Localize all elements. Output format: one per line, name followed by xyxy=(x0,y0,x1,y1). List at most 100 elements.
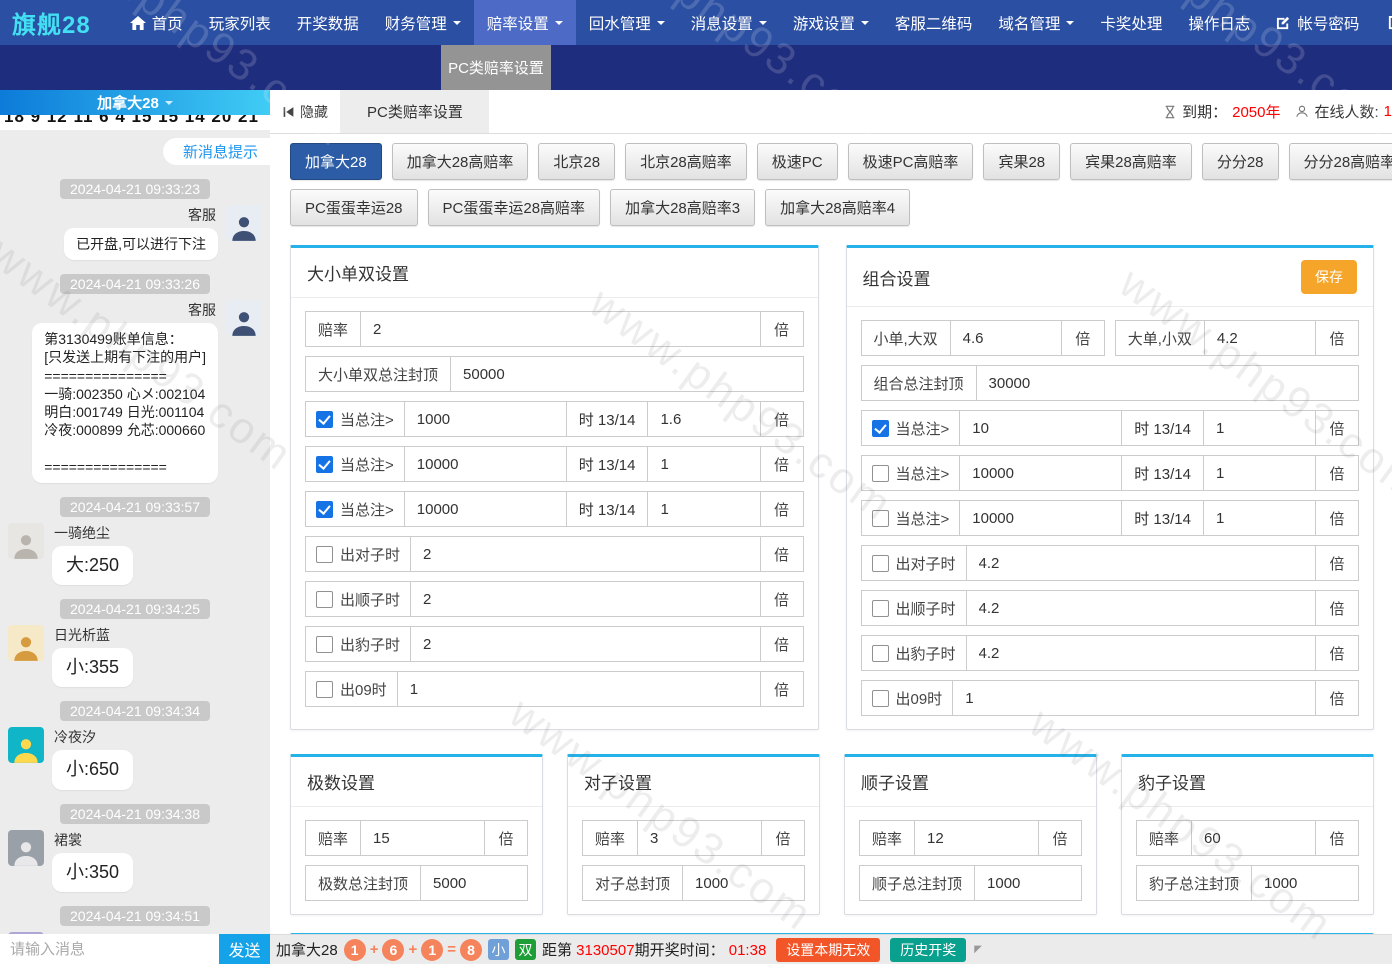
field-input[interactable] xyxy=(405,402,566,436)
timestamp-row: 2024-04-21 09:33:57 xyxy=(8,497,262,517)
field-label: 出09时 xyxy=(896,688,943,709)
checkbox[interactable] xyxy=(316,456,333,473)
field-input[interactable] xyxy=(638,821,761,855)
field-input[interactable] xyxy=(977,366,1358,400)
submenu-pc-odds[interactable]: PC类赔率设置 xyxy=(441,45,551,90)
save-button[interactable]: 保存 xyxy=(1301,260,1357,294)
field-input[interactable] xyxy=(975,866,1081,900)
game-tab[interactable]: 分分28高赔率 xyxy=(1289,143,1392,180)
field-input[interactable] xyxy=(648,492,759,526)
threshold-time-label: 时 13/14 xyxy=(1121,410,1204,446)
game-tab[interactable]: 北京28高赔率 xyxy=(625,143,747,180)
chat-input[interactable] xyxy=(0,934,219,964)
nav-item-game[interactable]: 游戏设置 xyxy=(780,0,882,45)
history-draws-button[interactable]: 历史开奖 xyxy=(890,938,966,962)
settings-row: 出豹子时倍 xyxy=(861,635,1360,671)
game-tab[interactable]: 极速PC高赔率 xyxy=(848,143,974,180)
checkbox[interactable] xyxy=(316,681,333,698)
checkbox[interactable] xyxy=(872,600,889,617)
checkbox[interactable] xyxy=(316,411,333,428)
nav-item-label: 玩家列表 xyxy=(209,12,271,34)
nav-item-odds[interactable]: 赔率设置 xyxy=(474,0,576,45)
field-input[interactable] xyxy=(915,821,1038,855)
field-label: 极数总注封顶 xyxy=(305,865,421,901)
field-input[interactable] xyxy=(960,411,1121,445)
field-input[interactable] xyxy=(361,821,484,855)
chat-room-selector[interactable]: 加拿大28 xyxy=(0,90,270,115)
field-input[interactable] xyxy=(451,357,802,391)
field-input[interactable] xyxy=(960,456,1121,490)
field-input[interactable] xyxy=(648,402,759,436)
chat-message-list[interactable]: 新消息提示 2024-04-21 09:33:23客服已开盘,可以进行下注202… xyxy=(0,130,270,934)
field-input[interactable] xyxy=(967,591,1315,625)
field-input[interactable] xyxy=(405,492,566,526)
field-input[interactable] xyxy=(953,681,1315,715)
field-input[interactable] xyxy=(967,636,1315,670)
game-tab[interactable]: 加拿大28高赔率 xyxy=(392,143,529,180)
invalidate-period-button[interactable]: 设置本期无效 xyxy=(776,938,880,962)
game-tab[interactable]: PC蛋蛋幸运28 xyxy=(290,189,418,226)
field-label: 顺子总注封顶 xyxy=(859,865,975,901)
field-input[interactable] xyxy=(683,866,804,900)
game-tab[interactable]: 极速PC xyxy=(757,143,838,180)
nav-item-draw-data[interactable]: 开奖数据 xyxy=(284,0,372,45)
checkbox[interactable] xyxy=(316,591,333,608)
field-input[interactable] xyxy=(1205,321,1315,355)
field-input[interactable] xyxy=(1204,501,1315,535)
checkbox[interactable] xyxy=(872,555,889,572)
logout-button[interactable]: 退出 xyxy=(1374,12,1392,34)
field-input-cell xyxy=(410,581,760,617)
game-tab[interactable]: 宾果28 xyxy=(983,143,1060,180)
game-tab[interactable]: 加拿大28高赔率3 xyxy=(610,189,755,226)
field-input[interactable] xyxy=(411,537,759,571)
hide-sidebar-button[interactable]: 隐藏 xyxy=(270,90,341,133)
field-input-cell xyxy=(914,820,1039,856)
tab-pc-odds[interactable]: PC类赔率设置 xyxy=(341,90,489,133)
game-tab[interactable]: 北京28 xyxy=(538,143,615,180)
nav-item-finance[interactable]: 财务管理 xyxy=(372,0,474,45)
field-input[interactable] xyxy=(421,866,527,900)
chevron-down-icon xyxy=(165,101,173,109)
checkbox[interactable] xyxy=(872,510,889,527)
game-tab[interactable]: 加拿大28高赔率4 xyxy=(765,189,910,226)
field-input[interactable] xyxy=(967,546,1315,580)
field-input[interactable] xyxy=(951,321,1061,355)
field-input[interactable] xyxy=(411,627,759,661)
checkbox[interactable] xyxy=(872,645,889,662)
checkbox[interactable] xyxy=(872,465,889,482)
field-input[interactable] xyxy=(411,582,759,616)
field-label: 当总注> xyxy=(896,463,950,484)
checkbox[interactable] xyxy=(872,690,889,707)
field-input[interactable] xyxy=(361,312,759,346)
field-input[interactable] xyxy=(1204,411,1315,445)
checkbox[interactable] xyxy=(872,420,889,437)
checkbox[interactable] xyxy=(316,546,333,563)
field-input[interactable] xyxy=(405,447,566,481)
game-tab[interactable]: 宾果28高赔率 xyxy=(1070,143,1192,180)
game-tab[interactable]: PC蛋蛋幸运28高赔率 xyxy=(428,189,601,226)
new-message-link[interactable]: 新消息提示 xyxy=(163,138,270,165)
chat-room-name: 加拿大28 xyxy=(97,92,159,113)
field-input[interactable] xyxy=(960,501,1121,535)
nav-item-label: 操作日志 xyxy=(1188,12,1250,34)
nav-item-card-prize[interactable]: 卡奖处理 xyxy=(1087,0,1175,45)
field-input[interactable] xyxy=(648,447,759,481)
account-password-button[interactable]: 帐号密码 xyxy=(1263,12,1372,34)
nav-item-service-qrcode[interactable]: 客服二维码 xyxy=(882,0,986,45)
checkbox[interactable] xyxy=(316,636,333,653)
field-input[interactable] xyxy=(1252,866,1358,900)
game-tab[interactable]: 分分28 xyxy=(1202,143,1279,180)
field-input[interactable] xyxy=(398,672,760,706)
checkbox[interactable] xyxy=(316,501,333,518)
nav-item-domain[interactable]: 域名管理 xyxy=(985,0,1087,45)
nav-item-home[interactable]: 首页 xyxy=(117,0,196,45)
nav-item-rebate[interactable]: 回水管理 xyxy=(576,0,678,45)
field-input[interactable] xyxy=(1192,821,1315,855)
nav-item-message[interactable]: 消息设置 xyxy=(678,0,780,45)
field-input[interactable] xyxy=(1204,456,1315,490)
nav-item-players[interactable]: 玩家列表 xyxy=(196,0,284,45)
checkbox-cell: 当总注> xyxy=(861,500,961,536)
send-button[interactable]: 发送 xyxy=(219,934,270,964)
game-tab[interactable]: 加拿大28 xyxy=(290,143,382,180)
nav-item-op-logs[interactable]: 操作日志 xyxy=(1175,0,1263,45)
